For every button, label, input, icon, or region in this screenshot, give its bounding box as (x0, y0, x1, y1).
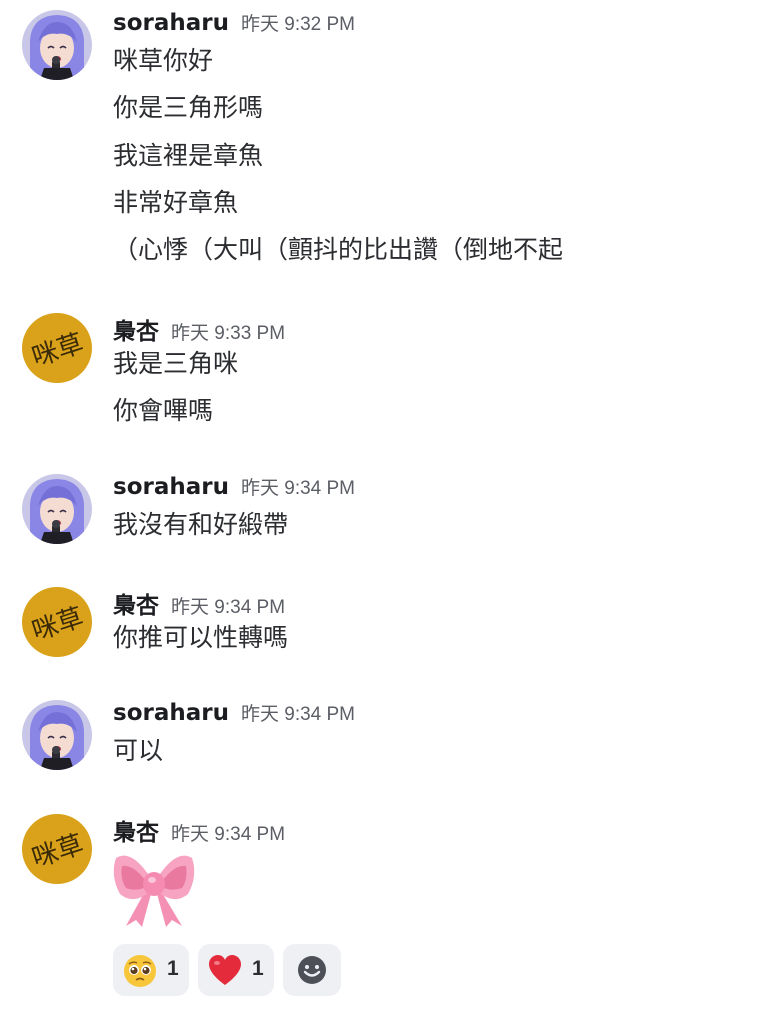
reaction-count: 1 (167, 957, 179, 980)
author-name[interactable]: soraharu (113, 10, 229, 36)
message-text: 可以 (113, 736, 164, 765)
message-text: 你推可以性轉嗎 (113, 623, 289, 652)
message-timestamp: 昨天 9:34 PM (240, 704, 356, 725)
pleading-face-icon (124, 955, 156, 987)
message-text: 我沒有和好緞帶 (113, 510, 289, 539)
message-text: 我是三角咪 (113, 349, 239, 378)
message-timestamp: 昨天 9:32 PM (240, 14, 356, 35)
message-text: （心悸（大叫（顫抖的比出讚（倒地不起 (113, 235, 564, 264)
message-header: soraharu 昨天 9:32 PM (113, 9, 355, 39)
message-header: 梟杏 昨天 9:33 PM (113, 312, 286, 345)
author-name[interactable]: 梟杏 (113, 319, 159, 345)
add-reaction-smiley-icon (298, 956, 326, 984)
reaction-pleading-face[interactable]: 1 (113, 944, 189, 996)
user-avatar-izumi[interactable]: 咪草 (22, 814, 92, 884)
user-avatar-izumi[interactable]: 咪草 (22, 313, 92, 383)
message-text: 你是三角形嗎 (113, 93, 264, 122)
pink-ribbon-bow-icon[interactable] (112, 850, 196, 928)
message-timestamp: 昨天 9:33 PM (171, 323, 286, 344)
message-timestamp: 昨天 9:34 PM (240, 478, 356, 499)
author-name[interactable]: soraharu (113, 474, 229, 500)
message-text: 非常好章魚 (113, 188, 239, 217)
message-timestamp: 昨天 9:34 PM (171, 824, 286, 845)
author-name[interactable]: 梟杏 (113, 820, 159, 846)
chat-message-list: soraharu 昨天 9:32 PM 咪草你好 你是三角形嗎 我這裡是章魚 非常… (0, 0, 772, 1024)
reaction-bar: 1 1 (113, 944, 350, 996)
message-text: 你會嗶嗎 (113, 396, 214, 425)
message-header: soraharu 昨天 9:34 PM (113, 699, 355, 729)
message-header: 梟杏 昨天 9:34 PM (113, 813, 286, 846)
add-reaction-button[interactable] (283, 944, 341, 996)
author-name[interactable]: 梟杏 (113, 593, 159, 619)
reaction-count: 1 (252, 957, 264, 980)
user-avatar-soraharu[interactable] (22, 700, 92, 770)
reaction-red-heart[interactable]: 1 (198, 944, 274, 996)
message-text: 咪草你好 (113, 46, 214, 75)
message-header: 梟杏 昨天 9:34 PM (113, 586, 286, 619)
message-text: 我這裡是章魚 (113, 141, 264, 170)
user-avatar-soraharu[interactable] (22, 474, 92, 544)
author-name[interactable]: soraharu (113, 700, 229, 726)
user-avatar-izumi[interactable]: 咪草 (22, 587, 92, 657)
red-heart-icon (209, 955, 241, 985)
user-avatar-soraharu[interactable] (22, 10, 92, 80)
message-header: soraharu 昨天 9:34 PM (113, 473, 355, 503)
message-timestamp: 昨天 9:34 PM (171, 597, 286, 618)
